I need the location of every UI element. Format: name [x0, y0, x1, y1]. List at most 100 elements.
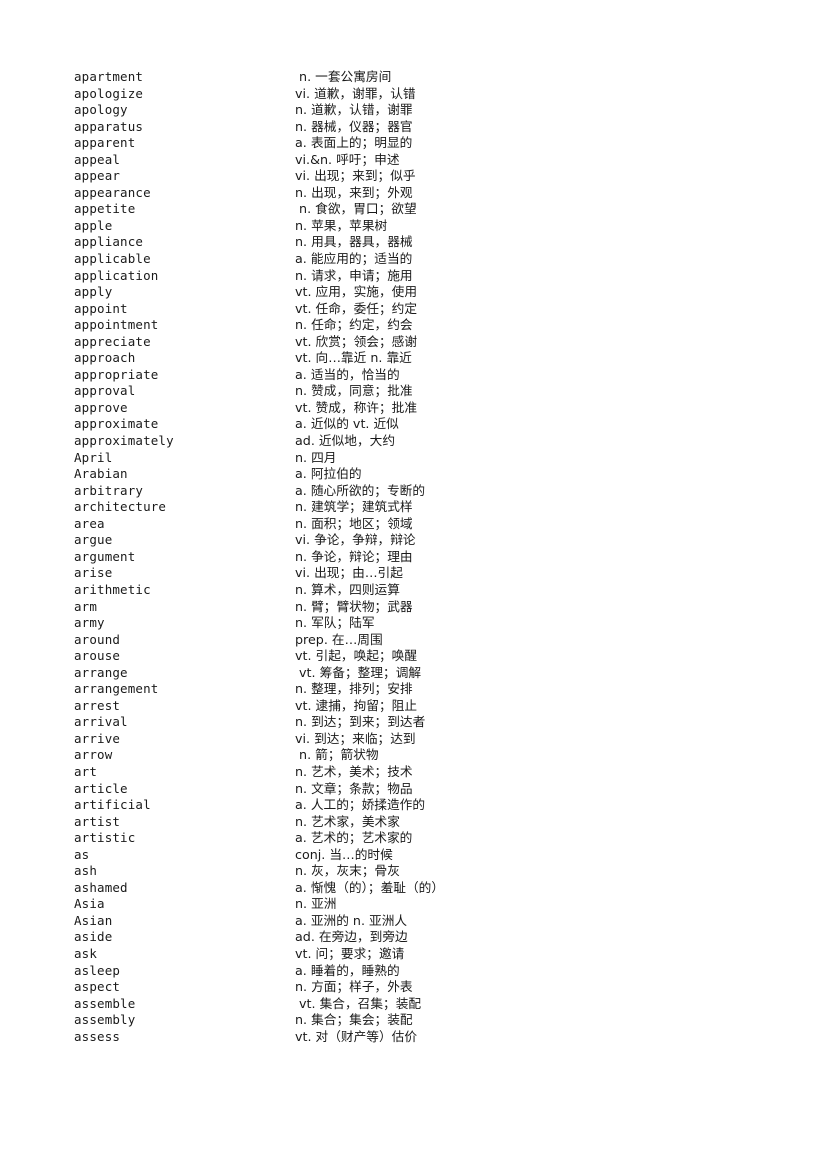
vocabulary-entry: assess vt. 对（财产等）估价 [74, 1029, 827, 1046]
entry-definition: vt. 筹备；整理；调解 [295, 664, 422, 680]
entry-term: argument [74, 548, 136, 564]
entry-definition: n. 艺术家，美术家 [295, 813, 400, 829]
entry-definition: vi. 出现；来到；似乎 [295, 168, 416, 184]
entry-term: arrest [74, 697, 121, 713]
entry-term: apparatus [74, 118, 144, 134]
entry-definition: vt. 引起，唤起；唤醒 [295, 648, 418, 664]
vocabulary-entry: artificial a. 人工的；娇揉造作的 [74, 797, 827, 814]
vocabulary-entry: appointment n. 任命；约定，约会 [74, 317, 827, 334]
entry-definition: a. 适当的，恰当的 [295, 366, 400, 382]
vocabulary-entry: approval n. 赞成，同意；批准 [74, 383, 827, 400]
vocabulary-entry: artistic a. 艺术的；艺术家的 [74, 830, 827, 847]
vocabulary-entry: appetite n. 食欲，胃口；欲望 [74, 201, 827, 218]
vocabulary-entry: appliance n. 用具，器具，器械 [74, 234, 827, 251]
vocabulary-entry: argument n. 争论，辩论；理由 [74, 549, 827, 566]
vocabulary-entry: Asian a. 亚洲的 n. 亚洲人 [74, 913, 827, 930]
entry-definition: n. 集合；集会；装配 [295, 1012, 413, 1028]
vocabulary-entry: approach vt. 向…靠近 n. 靠近 [74, 350, 827, 367]
entry-definition: a. 艺术的；艺术家的 [295, 830, 413, 846]
entry-term: arrangement [74, 681, 159, 697]
entry-term: ash [74, 863, 98, 879]
entry-definition: a. 亚洲的 n. 亚洲人 [295, 912, 408, 928]
entry-definition: n. 整理，排列；安排 [295, 681, 413, 697]
vocabulary-entry: apparatus n. 器械，仪器；器官 [74, 119, 827, 136]
vocabulary-entry: approve vt. 赞成，称许；批准 [74, 400, 827, 417]
vocabulary-entry: aspect n. 方面；样子，外表 [74, 979, 827, 996]
entry-term: appreciate [74, 333, 151, 349]
entry-term: article [74, 780, 128, 796]
vocabulary-entry: arithmetic n. 算术，四则运算 [74, 582, 827, 599]
entry-definition: a. 能应用的；适当的 [295, 251, 413, 267]
entry-term: arrive [74, 730, 121, 746]
entry-term: appeal [74, 151, 121, 167]
entry-term: approve [74, 399, 128, 415]
entry-term: artificial [74, 797, 151, 813]
entry-definition: vt. 任命，委任；约定 [295, 300, 418, 316]
vocabulary-entry: army n. 军队；陆军 [74, 615, 827, 632]
vocabulary-entry: approximately ad. 近似地，大约 [74, 433, 827, 450]
entry-term: approximate [74, 416, 159, 432]
entry-term: Arabian [74, 466, 128, 482]
entry-definition: vt. 应用，实施，使用 [295, 284, 418, 300]
vocabulary-entry: apologize vi. 道歉，谢罪，认错 [74, 86, 827, 103]
entry-term: ask [74, 945, 98, 961]
vocabulary-entry: arise vi. 出现；由…引起 [74, 565, 827, 582]
entry-definition: vi.&n. 呼吁；申述 [295, 151, 400, 167]
entry-term: arrow [74, 747, 113, 763]
vocabulary-entry: art n. 艺术，美术；技术 [74, 764, 827, 781]
vocabulary-entry: approximate a. 近似的 vt. 近似 [74, 416, 827, 433]
entry-definition: n. 方面；样子，外表 [295, 979, 413, 995]
entry-definition: n. 灰，灰末；骨灰 [295, 863, 400, 879]
entry-definition: n. 文章；条款；物品 [295, 780, 413, 796]
entry-definition: a. 惭愧（的）；羞耻（的） [295, 879, 445, 895]
entry-term: appoint [74, 300, 128, 316]
entry-definition: vt. 问；要求；邀请 [295, 945, 405, 961]
entry-term: as [74, 846, 90, 862]
vocabulary-entry: appreciate vt. 欣赏；领会；感谢 [74, 334, 827, 351]
vocabulary-entry: application n. 请求，申请；施用 [74, 268, 827, 285]
entry-term: arrival [74, 714, 128, 730]
entry-definition: vt. 欣赏；领会；感谢 [295, 333, 418, 349]
entry-term: appliance [74, 234, 144, 250]
entry-term: around [74, 631, 121, 647]
vocabulary-entry: appoint vt. 任命，委任；约定 [74, 301, 827, 318]
entry-term: arrange [74, 664, 128, 680]
vocabulary-entry: arrive vi. 到达；来临；达到 [74, 731, 827, 748]
entry-definition: vi. 到达；来临；达到 [295, 730, 416, 746]
entry-term: Asia [74, 896, 105, 912]
entry-term: apology [74, 102, 128, 118]
entry-definition: vi. 争论，争辩，辩论 [295, 532, 416, 548]
vocabulary-entry: appearance n. 出现，来到；外观 [74, 185, 827, 202]
vocabulary-entry: around prep. 在…周围 [74, 632, 827, 649]
entry-definition: vi. 出现；由…引起 [295, 565, 403, 581]
entry-definition: a. 人工的；娇揉造作的 [295, 797, 426, 813]
vocabulary-entry: arm n. 臂；臂状物；武器 [74, 599, 827, 616]
vocabulary-entry: architecture n. 建筑学；建筑式样 [74, 499, 827, 516]
entry-definition: a. 随心所欲的；专断的 [295, 482, 426, 498]
entry-definition: n. 道歉，认错，谢罪 [295, 102, 413, 118]
entry-definition: n. 军队；陆军 [295, 615, 375, 631]
entry-definition: n. 臂；臂状物；武器 [295, 598, 413, 614]
vocabulary-entry: apology n. 道歉，认错，谢罪 [74, 102, 827, 119]
vocabulary-entry: arrival n. 到达；到来；到达者 [74, 714, 827, 731]
entry-definition: vt. 赞成，称许；批准 [295, 399, 418, 415]
vocabulary-entry: apple n. 苹果，苹果树 [74, 218, 827, 235]
entry-definition: n. 四月 [295, 449, 337, 465]
entry-definition: a. 表面上的；明显的 [295, 135, 413, 151]
entry-term: April [74, 449, 113, 465]
entry-term: area [74, 515, 105, 531]
entry-definition: prep. 在…周围 [295, 631, 383, 647]
entry-definition: n. 任命；约定，约会 [295, 317, 413, 333]
vocabulary-entry: Arabian a. 阿拉伯的 [74, 466, 827, 483]
vocabulary-entry: apartment n. 一套公寓房间 [74, 69, 827, 86]
vocabulary-entry: appear vi. 出现；来到；似乎 [74, 168, 827, 185]
entry-definition: vi. 道歉，谢罪，认错 [295, 85, 416, 101]
entry-term: arouse [74, 648, 121, 664]
entry-definition: n. 出现，来到；外观 [295, 184, 413, 200]
vocabulary-entry: arrange vt. 筹备；整理；调解 [74, 665, 827, 682]
entry-term: aspect [74, 979, 121, 995]
vocabulary-entry: assembly n. 集合；集会；装配 [74, 1012, 827, 1029]
entry-term: Asian [74, 912, 113, 928]
entry-term: architecture [74, 499, 167, 515]
entry-term: asleep [74, 962, 121, 978]
